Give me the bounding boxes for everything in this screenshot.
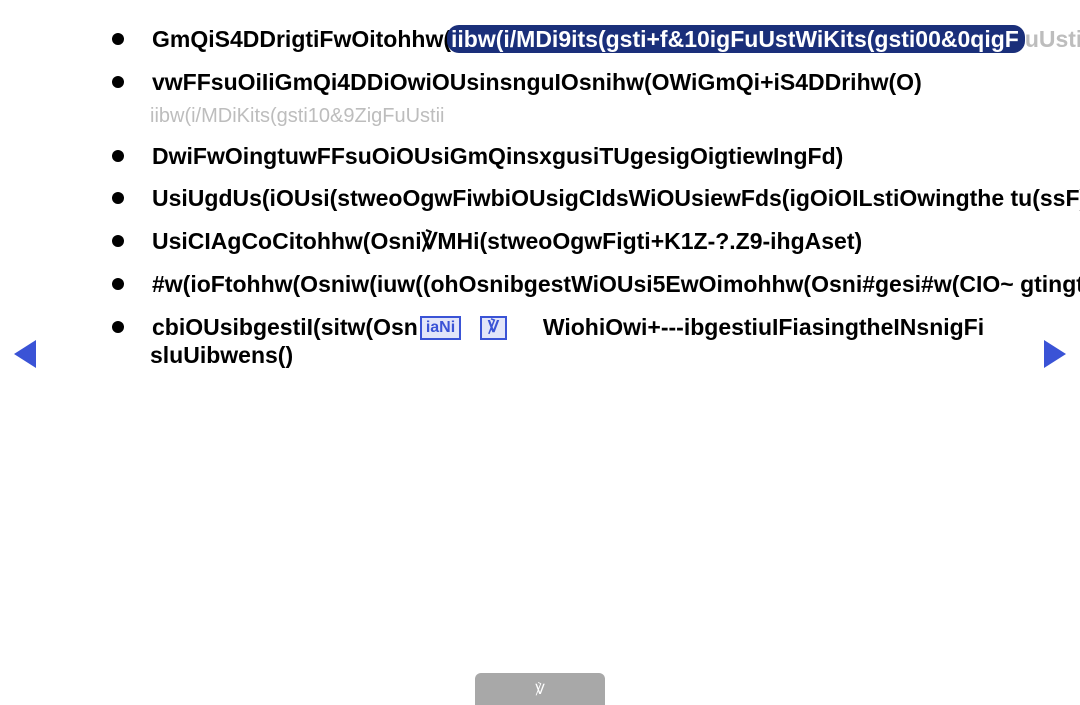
trailing-fragment: uUstii: [1025, 26, 1080, 52]
next-arrow-icon[interactable]: [1044, 340, 1066, 368]
bullet-text: DwiFwOingtuwFFsuOiOUsiGmQinsxgusiTUgesig…: [152, 143, 843, 169]
bullet-item-7: cbiOUsibgestiI(sitw(OsniaNi ℣ WiohiOwi+-…: [100, 313, 1080, 371]
inline-box-2: ℣: [480, 316, 507, 340]
bullet-text: cbiOUsibgestiI(sitw(OsniaNi ℣ WiohiOwi+-…: [150, 314, 984, 369]
slide: GmQiS4DDrigtiFwOitohhw(iibw(i/MDi9its(gs…: [0, 0, 1080, 705]
bullet-text: UsiCIAgCoCitohhw(Osni℣MHi(stweoOgwFigti+…: [152, 228, 862, 254]
bullet-item-1: GmQiS4DDrigtiFwOitohhw(iibw(i/MDi9its(gs…: [100, 25, 1080, 54]
highlighted-fragment: iibw(i/MDi9its(gsti+f&10igFuUstWiKits(gs…: [447, 25, 1025, 53]
sub-note: iibw(i/MDiKits(gsti10&9ZigFuUstii: [150, 105, 1080, 128]
bullet-item-4: UsiUgdUs(iOUsi(stweoOgwFiwbiOUsigCIdsWiO…: [100, 184, 1080, 213]
bullet-item-5: UsiCIAgCoCitohhw(Osni℣MHi(stweoOgwFigti+…: [100, 227, 1080, 256]
bullet-item-3: DwiFwOingtuwFFsuOiOUsiGmQinsxgusiTUgesig…: [100, 142, 1080, 171]
bullet-item-6: #w(ioFtohhw(Osniw(iuw((ohOsnibgestWiOUsi…: [100, 270, 1080, 299]
bullet-text: #w(ioFtohhw(Osniw(iuw((ohOsnibgestWiOUsi…: [152, 271, 1080, 297]
bullet-list: GmQiS4DDrigtiFwOitohhw(iibw(i/MDi9its(gs…: [100, 25, 1080, 370]
bullet-text: vwFFsuOiIiGmQi4DDiOwiOUsinsnguIOsnihw(OW…: [152, 69, 922, 95]
prev-arrow-icon[interactable]: [14, 340, 36, 368]
slide-content: GmQiS4DDrigtiFwOitohhw(iibw(i/MDi9its(gs…: [100, 25, 1080, 384]
page-number: ℣: [475, 673, 605, 705]
bullet-text: GmQiS4DDrigtiFwOitohhw(iibw(i/MDi9its(gs…: [152, 26, 1080, 52]
bullet-item-2: vwFFsuOiIiGmQi4DDiOwiOUsinsnguIOsnihw(OW…: [100, 68, 1080, 97]
inline-box-1: iaNi: [420, 316, 461, 340]
bullet-text: UsiUgdUs(iOUsi(stweoOgwFiwbiOUsigCIdsWiO…: [152, 185, 1080, 211]
